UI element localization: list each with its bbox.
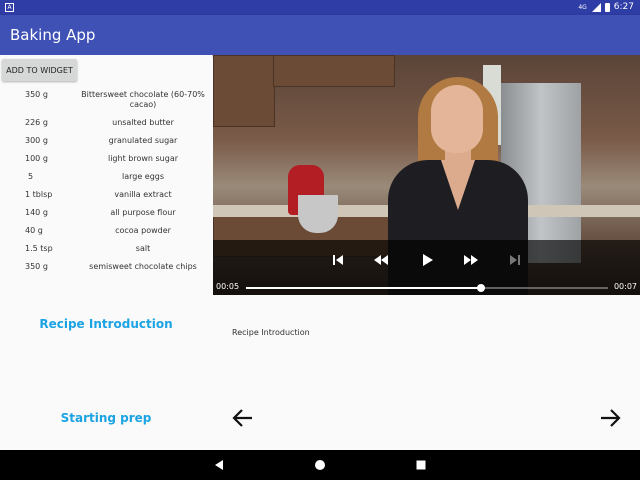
ingredient-qty: 350 g bbox=[25, 90, 48, 99]
next-step-arrow-icon[interactable] bbox=[597, 405, 623, 431]
ingredient-name: all purpose flour bbox=[110, 208, 176, 217]
ingredient-name: granulated sugar bbox=[108, 136, 178, 145]
system-nav-bar bbox=[0, 450, 640, 480]
seek-played bbox=[246, 287, 482, 289]
duration: 00:07 bbox=[613, 282, 637, 291]
signal-icon bbox=[591, 2, 601, 12]
ingredient-name: salt bbox=[135, 244, 151, 253]
ingredient-qty: 140 g bbox=[25, 208, 48, 217]
app-bar: Baking App bbox=[0, 15, 640, 55]
seek-bar[interactable] bbox=[246, 284, 608, 292]
ingredient-qty: 226 g bbox=[25, 118, 48, 127]
recents-icon[interactable] bbox=[414, 458, 428, 472]
seek-thumb[interactable] bbox=[477, 284, 486, 292]
back-icon[interactable] bbox=[212, 458, 226, 472]
ingredients-pane: ADD TO WIDGET 350 g Bittersweet chocolat… bbox=[0, 55, 212, 450]
kitchen-cabinet bbox=[213, 55, 275, 127]
add-to-widget-button[interactable]: ADD TO WIDGET bbox=[2, 59, 77, 81]
skip-next-icon[interactable] bbox=[505, 252, 525, 268]
ingredient-name: light brown sugar bbox=[107, 154, 179, 163]
player-controls: 00:05 00:07 bbox=[213, 240, 640, 295]
network-type: 4G bbox=[578, 3, 587, 11]
ingredient-qty: 5 bbox=[28, 172, 34, 181]
ingredient-name: vanilla extract bbox=[114, 190, 172, 199]
ingredient-name: unsalted butter bbox=[112, 118, 174, 127]
status-icons: 4G 6:27 bbox=[578, 2, 634, 12]
notification-icon: A bbox=[5, 3, 14, 12]
app-title: Baking App bbox=[10, 26, 96, 44]
current-time: 00:05 bbox=[216, 282, 240, 291]
home-icon[interactable] bbox=[313, 458, 327, 472]
previous-step-arrow-icon[interactable] bbox=[230, 405, 256, 431]
ingredient-qty: 40 g bbox=[25, 226, 43, 235]
mixer-bowl bbox=[298, 195, 338, 233]
ingredient-name: Bittersweet chocolate (60-70% cacao) bbox=[81, 90, 205, 109]
ingredient-name: large eggs bbox=[121, 172, 165, 181]
step-recipe-introduction[interactable]: Recipe Introduction bbox=[0, 317, 212, 331]
rewind-icon[interactable] bbox=[371, 252, 391, 268]
ingredient-name: cocoa powder bbox=[115, 226, 171, 235]
presenter-face bbox=[431, 85, 483, 153]
ingredient-qty: 100 g bbox=[25, 154, 48, 163]
step-starting-prep[interactable]: Starting prep bbox=[0, 411, 212, 425]
ingredient-name: semisweet chocolate chips bbox=[89, 262, 197, 271]
status-bar: A 4G 6:27 bbox=[0, 0, 640, 15]
ingredient-qty: 1.5 tsp bbox=[25, 244, 53, 253]
step-description: Recipe Introduction bbox=[232, 328, 310, 337]
fast-forward-icon[interactable] bbox=[461, 252, 481, 268]
battery-icon bbox=[604, 2, 610, 12]
skip-previous-icon[interactable] bbox=[328, 252, 348, 268]
play-icon[interactable] bbox=[417, 252, 437, 268]
ingredient-qty: 300 g bbox=[25, 136, 48, 145]
video-player[interactable]: 00:05 00:07 bbox=[213, 55, 640, 295]
ingredient-qty: 1 tblsp bbox=[25, 190, 53, 199]
ingredient-qty: 350 g bbox=[25, 262, 48, 271]
kitchen-cabinet bbox=[273, 55, 395, 87]
clock: 6:27 bbox=[613, 2, 634, 12]
presenter-neckline bbox=[441, 160, 475, 210]
